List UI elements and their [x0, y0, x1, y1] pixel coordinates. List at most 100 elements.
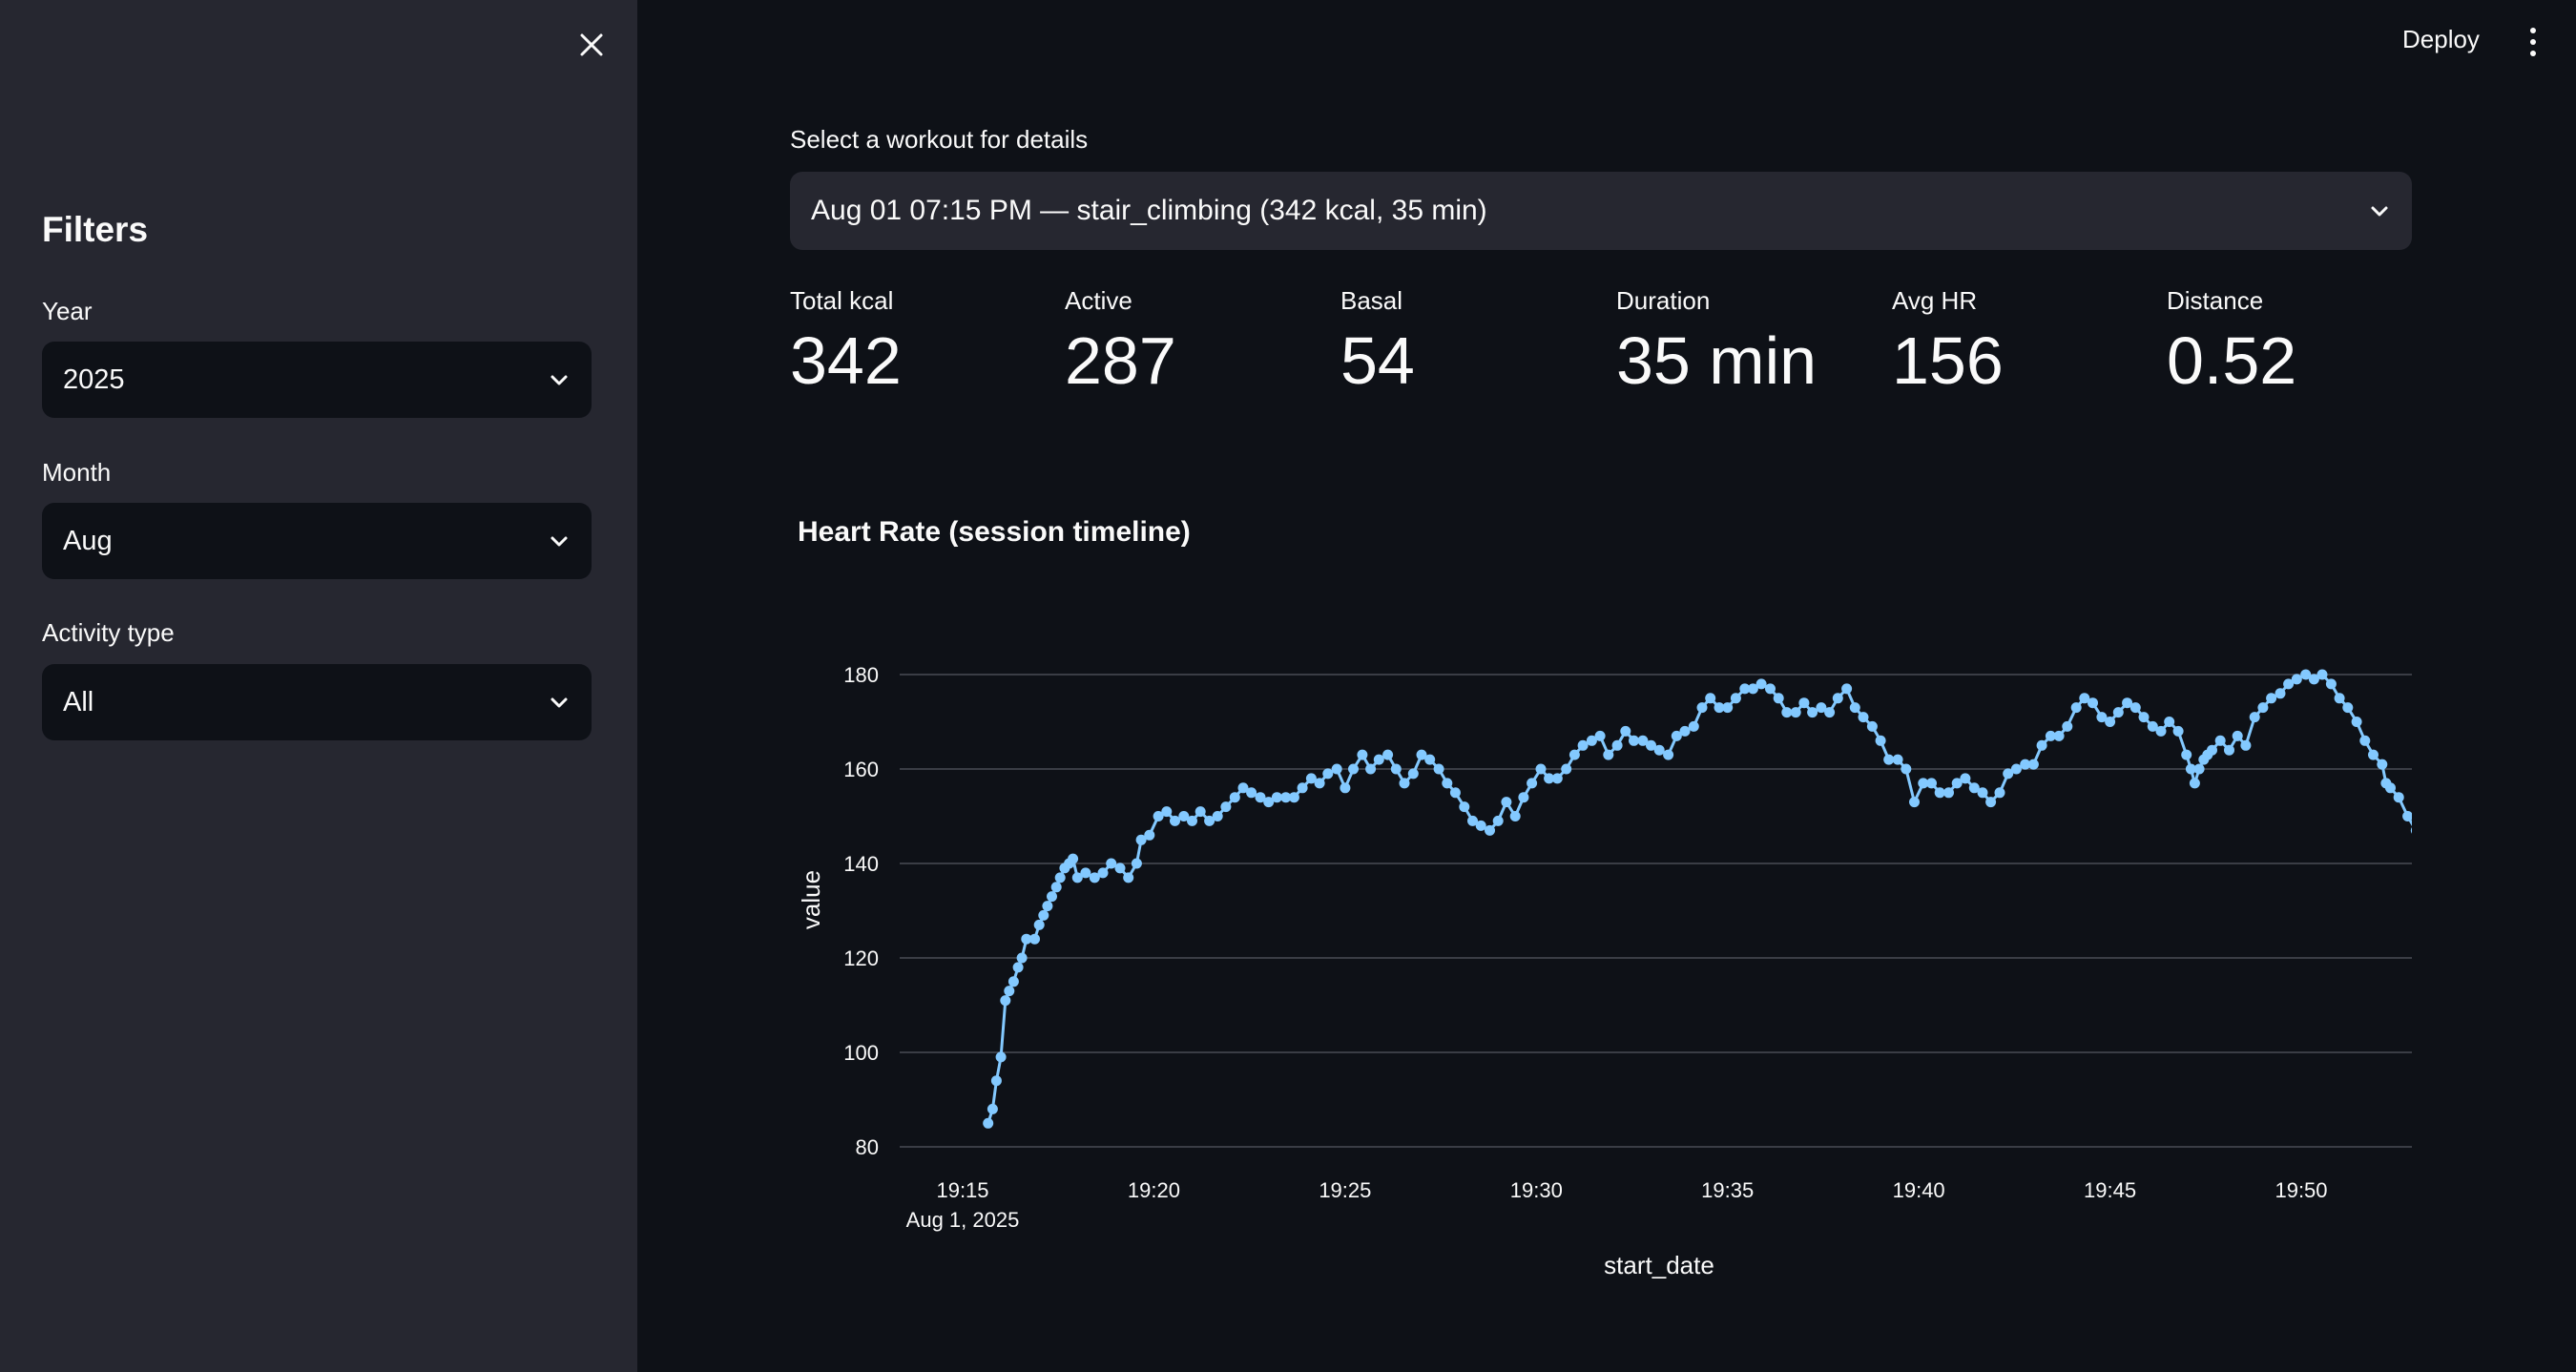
data-point[interactable] [2351, 717, 2362, 727]
data-point[interactable] [1866, 720, 1878, 732]
data-point[interactable] [1297, 782, 1308, 794]
data-point[interactable] [2105, 717, 2116, 727]
data-point[interactable] [1798, 697, 1810, 709]
month-select[interactable]: Aug [42, 503, 592, 579]
data-point[interactable] [1696, 702, 1708, 714]
data-point[interactable] [1620, 725, 1631, 737]
data-point[interactable] [2112, 707, 2124, 718]
data-point[interactable] [987, 1103, 998, 1114]
data-point[interactable] [1212, 811, 1223, 821]
data-point[interactable] [2342, 702, 2354, 714]
data-point[interactable] [990, 1075, 1002, 1087]
data-point[interactable] [1442, 778, 1453, 789]
data-point[interactable] [1603, 749, 1614, 760]
data-point[interactable] [1977, 787, 1988, 799]
data-point[interactable] [1501, 797, 1512, 808]
data-point[interactable] [2164, 717, 2175, 727]
data-point[interactable] [2325, 678, 2337, 690]
data-point[interactable] [2240, 739, 2252, 751]
data-point[interactable] [2377, 759, 2388, 770]
data-point[interactable] [1527, 778, 1538, 789]
data-point[interactable] [1943, 787, 1954, 799]
data-point[interactable] [2410, 825, 2412, 836]
data-point[interactable] [1195, 806, 1206, 818]
data-point[interactable] [1535, 763, 1547, 775]
data-point[interactable] [1080, 867, 1091, 879]
data-point[interactable] [1131, 858, 1142, 869]
data-point[interactable] [1433, 763, 1444, 775]
data-point[interactable] [2402, 811, 2412, 821]
data-point[interactable] [1144, 829, 1155, 841]
data-point[interactable] [1407, 768, 1419, 780]
data-point[interactable] [2275, 688, 2286, 699]
data-point[interactable] [1832, 693, 1843, 704]
data-point[interactable] [2088, 697, 2098, 709]
data-point[interactable] [1849, 702, 1860, 714]
data-point[interactable] [1577, 739, 1589, 751]
data-point[interactable] [1722, 702, 1734, 714]
data-point[interactable] [2172, 725, 2184, 737]
data-point[interactable] [1492, 815, 1504, 826]
data-point[interactable] [1038, 909, 1049, 921]
data-point[interactable] [2266, 693, 2277, 704]
data-point[interactable] [1123, 872, 1134, 883]
data-point[interactable] [1561, 763, 1572, 775]
data-point[interactable] [1229, 792, 1240, 803]
data-point[interactable] [1663, 749, 1674, 760]
data-point[interactable] [1012, 962, 1024, 973]
data-point[interactable] [2062, 720, 2073, 732]
data-point[interactable] [1047, 891, 1057, 903]
data-point[interactable] [1170, 815, 1180, 826]
data-point[interactable] [2189, 778, 2200, 789]
data-point[interactable] [2036, 739, 2047, 751]
data-point[interactable] [1892, 754, 1903, 765]
data-point[interactable] [1994, 787, 2005, 799]
data-point[interactable] [1858, 712, 1869, 723]
data-point[interactable] [1653, 744, 1665, 756]
data-point[interactable] [1016, 952, 1028, 964]
data-point[interactable] [1357, 749, 1368, 760]
data-point[interactable] [1365, 763, 1377, 775]
data-point[interactable] [1594, 730, 1606, 741]
data-point[interactable] [2027, 759, 2039, 770]
data-point[interactable] [1068, 853, 1079, 864]
data-point[interactable] [1399, 778, 1410, 789]
data-point[interactable] [2155, 725, 2167, 737]
data-point[interactable] [1161, 806, 1173, 818]
data-point[interactable] [2359, 735, 2371, 746]
data-point[interactable] [1475, 820, 1486, 831]
data-point[interactable] [1340, 782, 1351, 794]
data-point[interactable] [2385, 782, 2396, 794]
data-point[interactable] [1901, 763, 1912, 775]
data-point[interactable] [2257, 702, 2269, 714]
data-point[interactable] [2010, 763, 2022, 775]
data-point[interactable] [1909, 797, 1920, 808]
data-point[interactable] [1841, 683, 1853, 695]
data-point[interactable] [1054, 872, 1066, 883]
data-point[interactable] [1029, 933, 1040, 945]
data-point[interactable] [1033, 919, 1045, 930]
deploy-button[interactable]: Deploy [2402, 25, 2480, 54]
data-point[interactable] [2207, 744, 2217, 756]
data-point[interactable] [2291, 674, 2302, 685]
data-point[interactable] [983, 1117, 994, 1129]
data-point[interactable] [2249, 712, 2260, 723]
data-point[interactable] [2232, 730, 2243, 741]
data-point[interactable] [2070, 702, 2082, 714]
data-point[interactable] [1755, 678, 1767, 690]
data-point[interactable] [1314, 778, 1325, 789]
data-point[interactable] [1390, 763, 1402, 775]
data-point[interactable] [2193, 763, 2205, 775]
data-point[interactable] [2214, 735, 2226, 746]
data-point[interactable] [1485, 824, 1495, 836]
data-point[interactable] [1790, 707, 1801, 718]
data-point[interactable] [1097, 867, 1109, 879]
data-point[interactable] [1875, 735, 1886, 746]
data-point[interactable] [1629, 735, 1639, 746]
workout-select[interactable]: Aug 01 07:15 PM — stair_climbing (342 kc… [790, 172, 2412, 250]
data-point[interactable] [1373, 754, 1384, 765]
data-point[interactable] [1459, 801, 1470, 813]
data-point[interactable] [1781, 707, 1793, 718]
data-point[interactable] [1611, 739, 1623, 751]
data-point[interactable] [1730, 693, 1741, 704]
